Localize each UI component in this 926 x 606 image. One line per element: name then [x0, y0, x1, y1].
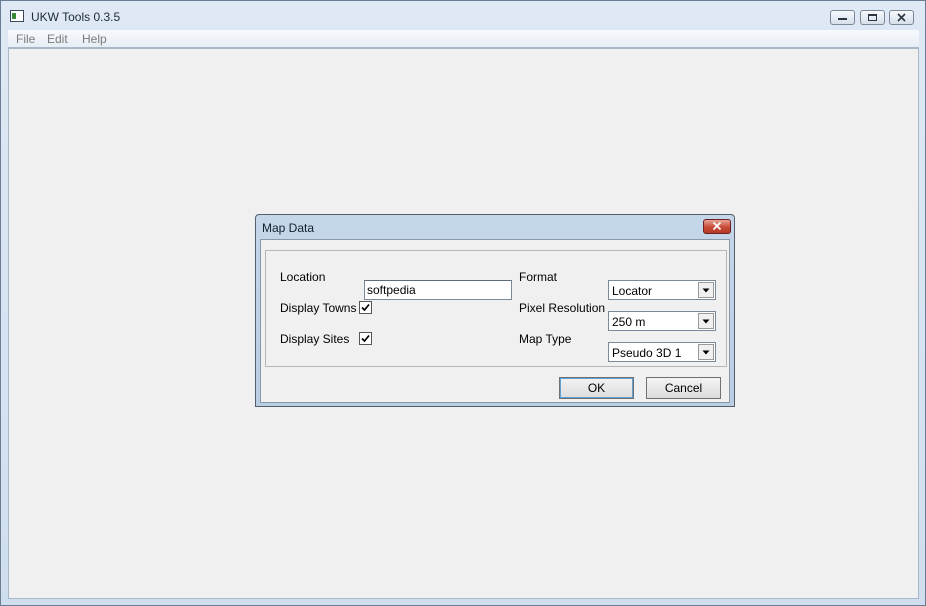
display-towns-label: Display Towns [280, 301, 357, 315]
minimize-button[interactable] [830, 10, 855, 25]
ok-button[interactable]: OK [559, 377, 634, 399]
window-title: UKW Tools 0.3.5 [31, 10, 121, 24]
menu-edit[interactable]: Edit [47, 32, 68, 46]
chevron-down-icon [702, 319, 710, 324]
format-select[interactable]: Locator [608, 280, 716, 300]
maximize-icon [868, 14, 877, 21]
format-value: Locator [612, 284, 653, 298]
map-type-label: Map Type [519, 332, 572, 346]
map-type-value: Pseudo 3D 1 [612, 346, 682, 360]
close-icon [712, 221, 722, 231]
title-bar[interactable]: UKW Tools 0.3.5 [1, 1, 925, 31]
display-sites-label: Display Sites [280, 332, 350, 346]
map-type-select[interactable]: Pseudo 3D 1 [608, 342, 716, 362]
pixel-resolution-label: Pixel Resolution [519, 301, 606, 315]
minimize-icon [838, 18, 847, 20]
close-icon [897, 13, 906, 22]
format-label: Format [519, 270, 558, 284]
checkmark-icon [361, 334, 370, 343]
pixel-resolution-dropdown-button[interactable] [698, 313, 714, 329]
format-dropdown-button[interactable] [698, 282, 714, 298]
location-input[interactable]: softpedia [364, 280, 512, 300]
dialog-close-button[interactable] [703, 219, 731, 234]
display-towns-checkbox[interactable] [359, 301, 372, 314]
map-type-dropdown-button[interactable] [698, 344, 714, 360]
location-label: Location [280, 270, 326, 284]
app-icon [10, 10, 24, 22]
cancel-button[interactable]: Cancel [646, 377, 721, 399]
checkmark-icon [361, 303, 370, 312]
close-button[interactable] [889, 10, 914, 25]
menu-help[interactable]: Help [82, 32, 107, 46]
dialog-title: Map Data [262, 221, 315, 235]
chevron-down-icon [702, 288, 710, 293]
maximize-button[interactable] [860, 10, 885, 25]
map-data-dialog: Map Data Location softpedia Display Town… [255, 214, 735, 407]
pixel-resolution-value: 250 m [612, 315, 646, 329]
menu-bar: File Edit Help [8, 30, 919, 48]
dialog-body: Location softpedia Display Towns Display… [260, 239, 730, 403]
options-group: Location softpedia Display Towns Display… [265, 250, 727, 367]
menu-file[interactable]: File [16, 32, 35, 46]
pixel-resolution-select[interactable]: 250 m [608, 311, 716, 331]
chevron-down-icon [702, 350, 710, 355]
display-sites-checkbox[interactable] [359, 332, 372, 345]
